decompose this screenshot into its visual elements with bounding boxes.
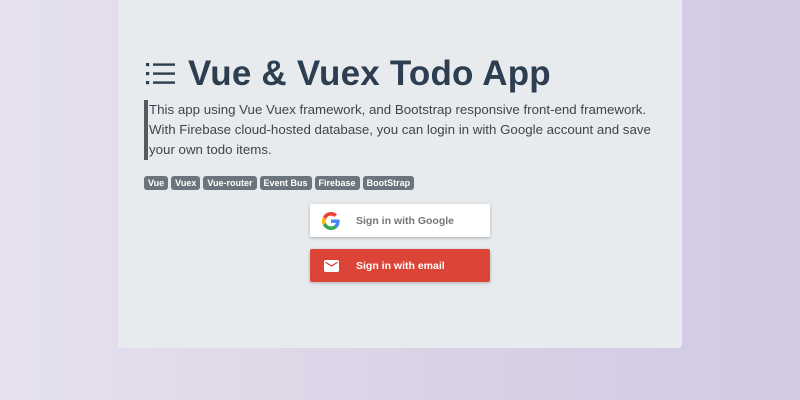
google-button-label: Sign in with Google — [356, 214, 454, 227]
list-icon — [146, 63, 175, 85]
description-line: With Firebase cloud-hosted database, you… — [149, 122, 651, 137]
email-button-label: Sign in with email — [356, 259, 445, 272]
description-block: This app using Vue Vuex framework, and B… — [144, 100, 664, 160]
description-line: This app using Vue Vuex framework, and B… — [149, 102, 647, 117]
tag-vue: Vue — [144, 176, 169, 190]
tag-event-bus: Event Bus — [259, 176, 312, 190]
page-title: Vue & Vuex Todo App — [188, 54, 551, 93]
mail-icon — [322, 257, 340, 275]
description-line: your own todo items. — [149, 142, 272, 157]
sign-in-email-button[interactable]: Sign in with email — [310, 249, 490, 282]
tech-tags: Vue Vuex Vue-router Event Bus Firebase B… — [144, 176, 415, 190]
google-logo-icon — [322, 211, 340, 230]
sign-in-google-button[interactable]: Sign in with Google — [310, 204, 490, 237]
main-card: Vue & Vuex Todo App This app using Vue V… — [118, 0, 682, 348]
tag-vuex: Vuex — [171, 176, 201, 190]
tag-firebase: Firebase — [314, 176, 360, 190]
tag-bootstrap: BootStrap — [362, 176, 415, 190]
title-row: Vue & Vuex Todo App — [146, 54, 551, 94]
tag-vue-router: Vue-router — [203, 176, 257, 190]
